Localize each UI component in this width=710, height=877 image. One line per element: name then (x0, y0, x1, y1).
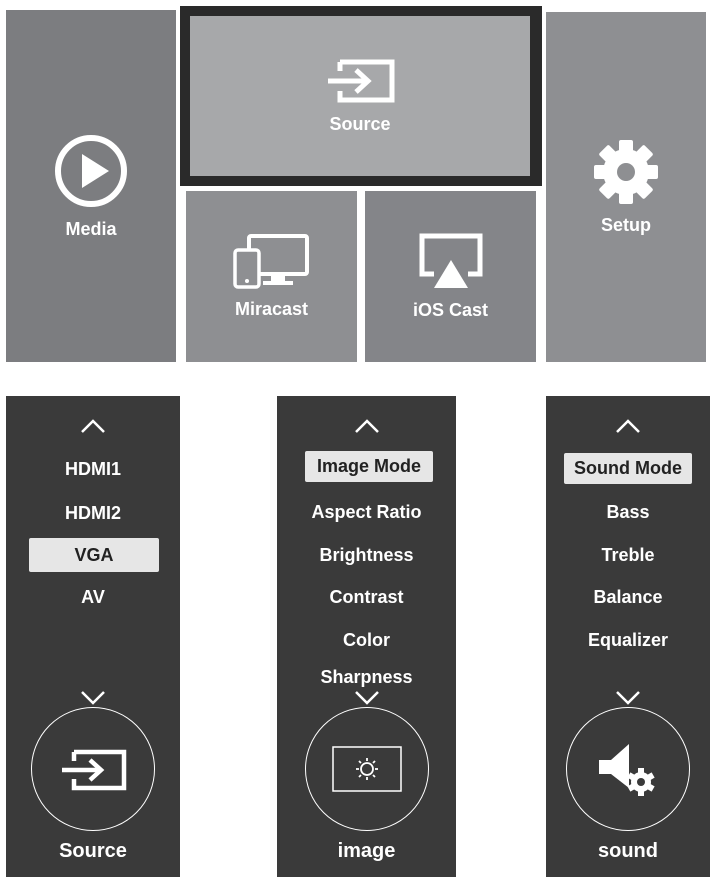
media-label: Media (65, 218, 117, 239)
media-tile[interactable]: Media (6, 10, 176, 362)
play-icon (55, 134, 127, 207)
source-item-hdmi1[interactable]: HDMI1 (6, 457, 180, 481)
sound-item-bass[interactable]: Bass (546, 500, 710, 524)
airplay-icon (419, 233, 482, 288)
sound-menu-label: sound (598, 840, 658, 862)
source-item-hdmi2[interactable]: HDMI2 (6, 501, 180, 525)
ioscast-tile[interactable]: iOS Cast (365, 191, 536, 362)
sound-item-equalizer[interactable]: Equalizer (546, 628, 710, 652)
source-tile[interactable]: Source (190, 16, 530, 176)
input-source-icon (62, 749, 127, 791)
chevron-up-icon[interactable] (80, 418, 106, 434)
ioscast-label: iOS Cast (412, 300, 489, 320)
miracast-tile[interactable]: Miracast (186, 191, 357, 362)
devices-icon (232, 234, 309, 289)
setup-tile[interactable]: Setup (546, 12, 706, 362)
source-menu-circle[interactable] (31, 707, 155, 831)
image-item-image-mode[interactable]: Image Mode (305, 451, 433, 482)
image-item-sharpness[interactable]: Sharpness (277, 665, 456, 689)
sound-menu-circle[interactable] (566, 707, 690, 831)
source-menu-label: Source (59, 840, 127, 862)
chevron-down-icon[interactable] (80, 690, 106, 706)
speaker-settings-icon (599, 744, 655, 796)
source-menu-panel: HDMI1 HDMI2 VGA AV Source (6, 396, 180, 877)
miracast-label: Miracast (234, 299, 309, 319)
sound-item-sound-mode[interactable]: Sound Mode (564, 453, 692, 484)
setup-label: Setup (600, 214, 651, 235)
gear-icon (594, 139, 658, 204)
source-item-av[interactable]: AV (6, 585, 180, 609)
image-menu-circle[interactable] (304, 707, 429, 831)
image-item-brightness[interactable]: Brightness (277, 543, 456, 567)
chevron-down-icon[interactable] (615, 690, 641, 706)
screen-brightness-icon (331, 746, 402, 792)
input-source-icon (328, 59, 395, 102)
image-menu-panel: Image Mode Aspect Ratio Brightness Contr… (277, 396, 456, 877)
sound-item-treble[interactable]: Treble (546, 543, 710, 567)
source-label: Source (329, 113, 391, 134)
image-item-contrast[interactable]: Contrast (277, 585, 456, 609)
chevron-down-icon[interactable] (354, 690, 380, 706)
sound-menu-panel: Sound Mode Bass Treble Balance Equalizer… (546, 396, 710, 877)
image-item-color[interactable]: Color (277, 628, 456, 652)
source-item-vga[interactable]: VGA (29, 538, 159, 572)
chevron-up-icon[interactable] (354, 418, 380, 434)
image-item-aspect-ratio[interactable]: Aspect Ratio (277, 500, 456, 524)
image-menu-label: image (337, 840, 396, 862)
chevron-up-icon[interactable] (615, 418, 641, 434)
sound-item-balance[interactable]: Balance (546, 585, 710, 609)
